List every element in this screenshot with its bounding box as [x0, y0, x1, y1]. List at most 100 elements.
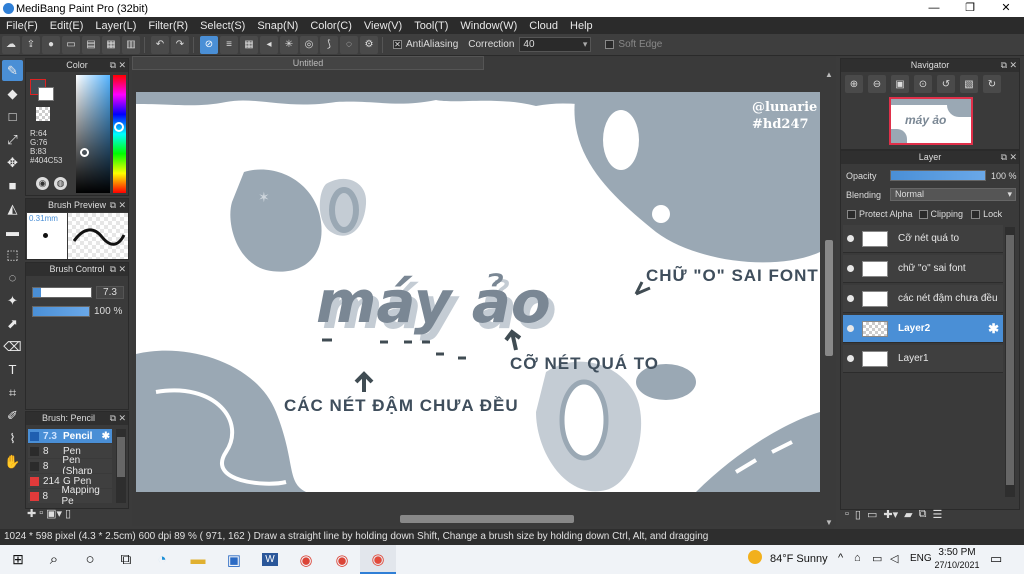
menu-window[interactable]: Window(W)	[454, 20, 523, 32]
folder-icon[interactable]: ▰	[904, 508, 912, 521]
medibang-taskbar-icon[interactable]: ◉	[360, 545, 396, 574]
curve-snap-icon[interactable]: ⟆	[320, 35, 338, 54]
volume-icon[interactable]: ◁	[890, 552, 898, 565]
layer-row[interactable]: Cỡ nét quá to	[843, 225, 1003, 253]
speech-bubble-icon[interactable]: ●	[42, 35, 60, 54]
comment-icon[interactable]: ▭	[62, 35, 80, 54]
correction-select[interactable]: 40	[519, 37, 592, 52]
page-icon[interactable]: ▤	[82, 35, 100, 54]
weather-text[interactable]: 84°F Sunny	[770, 553, 828, 565]
search-icon[interactable]: ⌕	[36, 545, 72, 574]
zoom-reset-icon[interactable]: ⊙	[914, 75, 932, 93]
menu-layer[interactable]: Layer(L)	[89, 20, 142, 32]
windows-start-icon[interactable]: ⊞	[0, 545, 36, 574]
panel-grid-icon[interactable]: ▦	[102, 35, 120, 54]
text-tool-icon[interactable]: T	[2, 359, 23, 380]
menu-view[interactable]: View(V)	[358, 20, 408, 32]
word-icon[interactable]: W	[252, 545, 288, 574]
fit-icon[interactable]: ▣	[891, 75, 909, 93]
palette-icon[interactable]: ◉	[36, 177, 49, 190]
popout-icon[interactable]: ⧉	[110, 412, 116, 425]
eraser-tool-icon[interactable]: ◆	[2, 83, 23, 104]
edge-icon[interactable]: ◔	[144, 545, 180, 574]
dot-tool-icon[interactable]: ⤢	[2, 129, 23, 150]
move-tool-icon[interactable]: ✥	[2, 152, 23, 173]
visibility-icon[interactable]	[847, 265, 854, 272]
gear-icon[interactable]: ✱	[988, 321, 999, 337]
transparent-swatch[interactable]	[36, 107, 50, 121]
close-icon[interactable]: ✕	[1009, 59, 1017, 72]
popout-icon[interactable]: ⧉	[110, 263, 116, 276]
cloud-icon[interactable]: ☁	[2, 35, 20, 54]
focus-snap-icon[interactable]: ◌	[340, 35, 358, 54]
select-tool-icon[interactable]: ⬚	[2, 244, 23, 265]
hand-tool-icon[interactable]: ✋	[2, 451, 23, 472]
brush-menu-icon[interactable]: ▣▾	[46, 507, 62, 525]
minimize-button[interactable]: —	[916, 0, 952, 17]
hue-slider[interactable]	[113, 75, 126, 193]
visibility-icon[interactable]	[847, 325, 854, 332]
gradient-tool-icon[interactable]: ▬	[2, 221, 23, 242]
canvas-vertical-scrollbar[interactable]: ▲ ▼	[824, 70, 834, 530]
color-wheel-icon[interactable]: ◍	[54, 177, 67, 190]
close-icon[interactable]: ✕	[118, 263, 126, 276]
close-button[interactable]: ✕	[988, 0, 1024, 17]
chrome-icon[interactable]: ◉	[288, 545, 324, 574]
divide-tool-icon[interactable]: ⌗	[2, 382, 23, 403]
fill-rect-tool-icon[interactable]: ■	[2, 175, 23, 196]
close-icon[interactable]: ✕	[1009, 151, 1017, 164]
brush-size-value[interactable]: 7.3	[96, 286, 124, 299]
visibility-icon[interactable]	[847, 295, 854, 302]
layer-row-selected[interactable]: Layer2 ✱	[843, 315, 1003, 343]
layer-menu-icon[interactable]: ☰	[932, 508, 942, 521]
brush-list-scrollbar[interactable]	[116, 429, 126, 503]
clipping-checkbox[interactable]	[918, 209, 928, 219]
eyedropper-tool-icon[interactable]: ✐	[2, 405, 23, 426]
color-picker-cursor[interactable]	[80, 148, 89, 157]
menu-color[interactable]: Color(C)	[304, 20, 358, 32]
brush-item-pen-sharp[interactable]: 8 Pen (Sharp	[28, 455, 112, 477]
store-icon[interactable]: ▣	[216, 545, 252, 574]
pen-tool-icon[interactable]: ✎	[2, 60, 23, 81]
menu-filter[interactable]: Filter(R)	[142, 20, 194, 32]
close-icon[interactable]: ✕	[118, 199, 126, 212]
layer-row[interactable]: Layer1	[843, 345, 1003, 373]
menu-edit[interactable]: Edit(E)	[44, 20, 90, 32]
brush-item-mapping-pen[interactable]: 8 Mapping Pe	[28, 485, 112, 507]
soft-edge-checkbox[interactable]	[605, 40, 615, 49]
network-icon[interactable]: ⌂	[854, 552, 861, 564]
duplicate-layer-icon[interactable]: ▭	[867, 508, 877, 521]
close-icon[interactable]: ✕	[118, 59, 126, 72]
task-view-icon[interactable]: ⧉	[108, 545, 144, 574]
merge-layer-icon[interactable]: ⧉	[919, 508, 927, 521]
menu-select[interactable]: Select(S)	[194, 20, 251, 32]
layout-icon[interactable]: ▥	[122, 35, 140, 54]
snap-settings-icon[interactable]: ⚙	[360, 35, 378, 54]
brush-size-slider[interactable]	[32, 287, 92, 298]
vertical-scroll-thumb[interactable]	[825, 240, 833, 356]
popout-icon[interactable]: ⧉	[1001, 151, 1007, 164]
zoom-out-icon[interactable]: ⊖	[868, 75, 886, 93]
file-explorer-icon[interactable]: ▬	[180, 545, 216, 574]
layer-row[interactable]: các nét đậm chưa đều	[843, 285, 1003, 313]
bucket-tool-icon[interactable]: ◭	[2, 198, 23, 219]
chevron-up-icon[interactable]: ^	[838, 552, 843, 564]
zoom-in-icon[interactable]: ⊕	[845, 75, 863, 93]
popout-icon[interactable]: ⧉	[110, 199, 116, 212]
select-pen-tool-icon[interactable]: ⬈	[2, 313, 23, 334]
notification-icon[interactable]: ▭	[990, 551, 1002, 567]
circle-snap-icon[interactable]: ◎	[300, 35, 318, 54]
chrome-icon[interactable]: ◉	[324, 545, 360, 574]
add-layer-menu-icon[interactable]: ✚▾	[883, 508, 898, 521]
rotate-left-icon[interactable]: ↺	[937, 75, 955, 93]
menu-snap[interactable]: Snap(N)	[251, 20, 304, 32]
magic-wand-tool-icon[interactable]: ✦	[2, 290, 23, 311]
brush-new-icon[interactable]: ▫	[39, 507, 43, 525]
menu-help[interactable]: Help	[564, 20, 599, 32]
popout-icon[interactable]: ⧉	[1001, 59, 1007, 72]
language-indicator[interactable]: ENG	[910, 553, 932, 564]
rotate-fit-icon[interactable]: ▧	[960, 75, 978, 93]
hue-slider-handle[interactable]	[114, 122, 124, 132]
snap-off-icon[interactable]: ⊘	[200, 35, 218, 54]
cortana-icon[interactable]: ○	[72, 545, 108, 574]
